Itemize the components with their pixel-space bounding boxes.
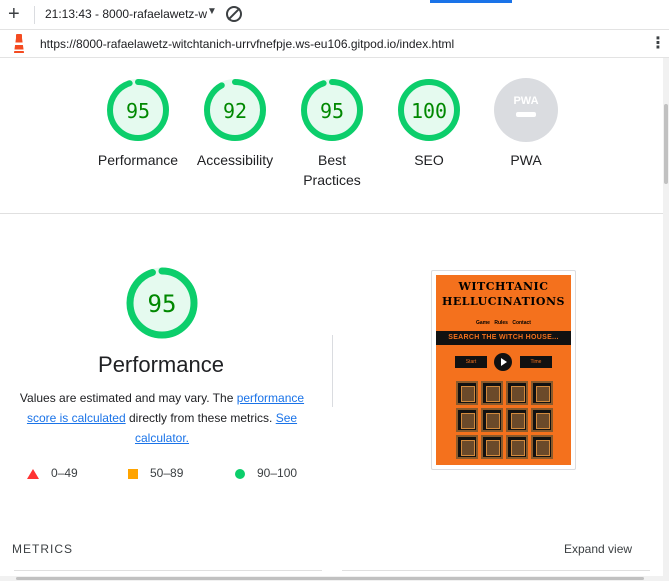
desc-text-2: directly from these metrics. — [125, 411, 276, 425]
caret-down-icon[interactable]: ▼ — [207, 6, 217, 17]
gauge-label: Accessibility — [196, 152, 274, 168]
game-card — [506, 408, 528, 432]
devtools-toolbar: + 21:13:43 - 8000-rafaelawetz-w ▼ — [0, 0, 669, 30]
gauge-label-line2: Practices — [303, 172, 361, 188]
performance-gauge: 95 — [126, 267, 198, 339]
game-card — [531, 435, 553, 459]
legend-range: 0–49 — [51, 466, 78, 480]
red-triangle-icon — [27, 468, 39, 479]
legend-range: 50–89 — [150, 466, 184, 480]
page-screenshot-image: WITCHTANIC HELLUCINATIONS Game Rules Con… — [436, 275, 571, 465]
category-gauges: 95 Performance 92 Accessibility 95 Best … — [0, 58, 663, 214]
gauge-arc: 95 — [107, 79, 169, 141]
pwa-badge-icon: PWA — [494, 78, 558, 142]
orange-square-icon — [128, 468, 138, 479]
green-circle-icon — [235, 468, 245, 479]
gauge-label: SEO — [414, 152, 444, 168]
legend-range: 90–100 — [257, 466, 298, 480]
expand-view-toggle[interactable]: Expand view — [564, 542, 632, 556]
metrics-divider-right — [342, 570, 650, 571]
game-card — [456, 381, 478, 405]
gauge-score: 95 — [126, 99, 150, 123]
gauge-score: 100 — [411, 99, 447, 123]
gauge-accessibility[interactable]: 92 Accessibility — [185, 78, 285, 170]
gauge-score: 92 — [223, 99, 247, 123]
game-card — [456, 435, 478, 459]
site-nav: Game Rules Contact — [476, 320, 531, 326]
desc-text-1: Values are estimated and may vary. The — [19, 391, 237, 405]
scrollbar-thumb[interactable] — [16, 577, 644, 580]
gauge-best-practices[interactable]: 95 Best Practices — [282, 78, 382, 190]
final-screenshot[interactable]: WITCHTANIC HELLUCINATIONS Game Rules Con… — [431, 270, 576, 470]
gauge-score: 95 — [320, 99, 344, 123]
site-card-grid — [456, 381, 554, 459]
game-card — [506, 435, 528, 459]
section-divider — [332, 335, 333, 407]
gauge-label-line1: Best — [317, 152, 346, 168]
gauge-arc: 92 — [204, 79, 266, 141]
site-title-line1: WITCHTANIC — [458, 280, 549, 293]
legend-fail: 0–49 — [27, 466, 78, 480]
gauge-label: Best Practices — [282, 150, 382, 190]
gauge-performance[interactable]: 95 Performance — [88, 78, 188, 170]
metrics-heading: METRICS — [12, 542, 73, 556]
legend-average: 50–89 — [128, 466, 183, 480]
gauge-arc: 95 — [301, 79, 363, 141]
game-card — [531, 408, 553, 432]
horizontal-scrollbar[interactable] — [0, 576, 663, 581]
site-time-button: Time — [519, 355, 553, 369]
game-card — [481, 435, 503, 459]
audited-url[interactable]: https://8000-rafaelawetz-witchtanich-urr… — [40, 37, 454, 51]
site-banner: SEARCH THE WITCH HOUSE... — [436, 331, 571, 345]
vertical-scrollbar[interactable] — [663, 58, 669, 581]
performance-score: 95 — [148, 290, 177, 318]
gauge-pwa[interactable]: PWA PWA — [476, 78, 576, 170]
game-card — [456, 408, 478, 432]
lighthouse-icon — [12, 34, 26, 54]
game-card — [531, 381, 553, 405]
game-card — [481, 408, 503, 432]
game-card — [506, 381, 528, 405]
game-card — [481, 381, 503, 405]
gauge-arc: 100 — [398, 79, 460, 141]
performance-title: Performance — [98, 352, 224, 377]
report-url-bar: https://8000-rafaelawetz-witchtanich-urr… — [0, 30, 669, 58]
gauge-label: Performance — [97, 152, 179, 168]
play-icon — [494, 353, 512, 371]
pwa-badge-text: PWA — [513, 95, 538, 107]
plus-icon[interactable]: + — [8, 3, 20, 25]
report-session-select[interactable]: 21:13:43 - 8000-rafaelawetz-w — [45, 7, 207, 21]
gauge-seo[interactable]: 100 SEO — [379, 78, 479, 170]
legend-pass: 90–100 — [235, 466, 297, 480]
performance-description: Values are estimated and may vary. The p… — [14, 388, 310, 448]
scrollbar-thumb[interactable] — [664, 104, 668, 184]
site-start-button: Start — [454, 355, 488, 369]
site-title-line2: HELLUCINATIONS — [441, 295, 566, 308]
toolbar-divider — [34, 6, 35, 24]
gauge-label: PWA — [510, 152, 542, 168]
metrics-divider-left — [14, 570, 322, 571]
kebab-menu-icon[interactable]: ⋮ — [650, 36, 666, 52]
active-tab-indicator — [430, 0, 512, 3]
block-icon[interactable] — [226, 6, 242, 22]
